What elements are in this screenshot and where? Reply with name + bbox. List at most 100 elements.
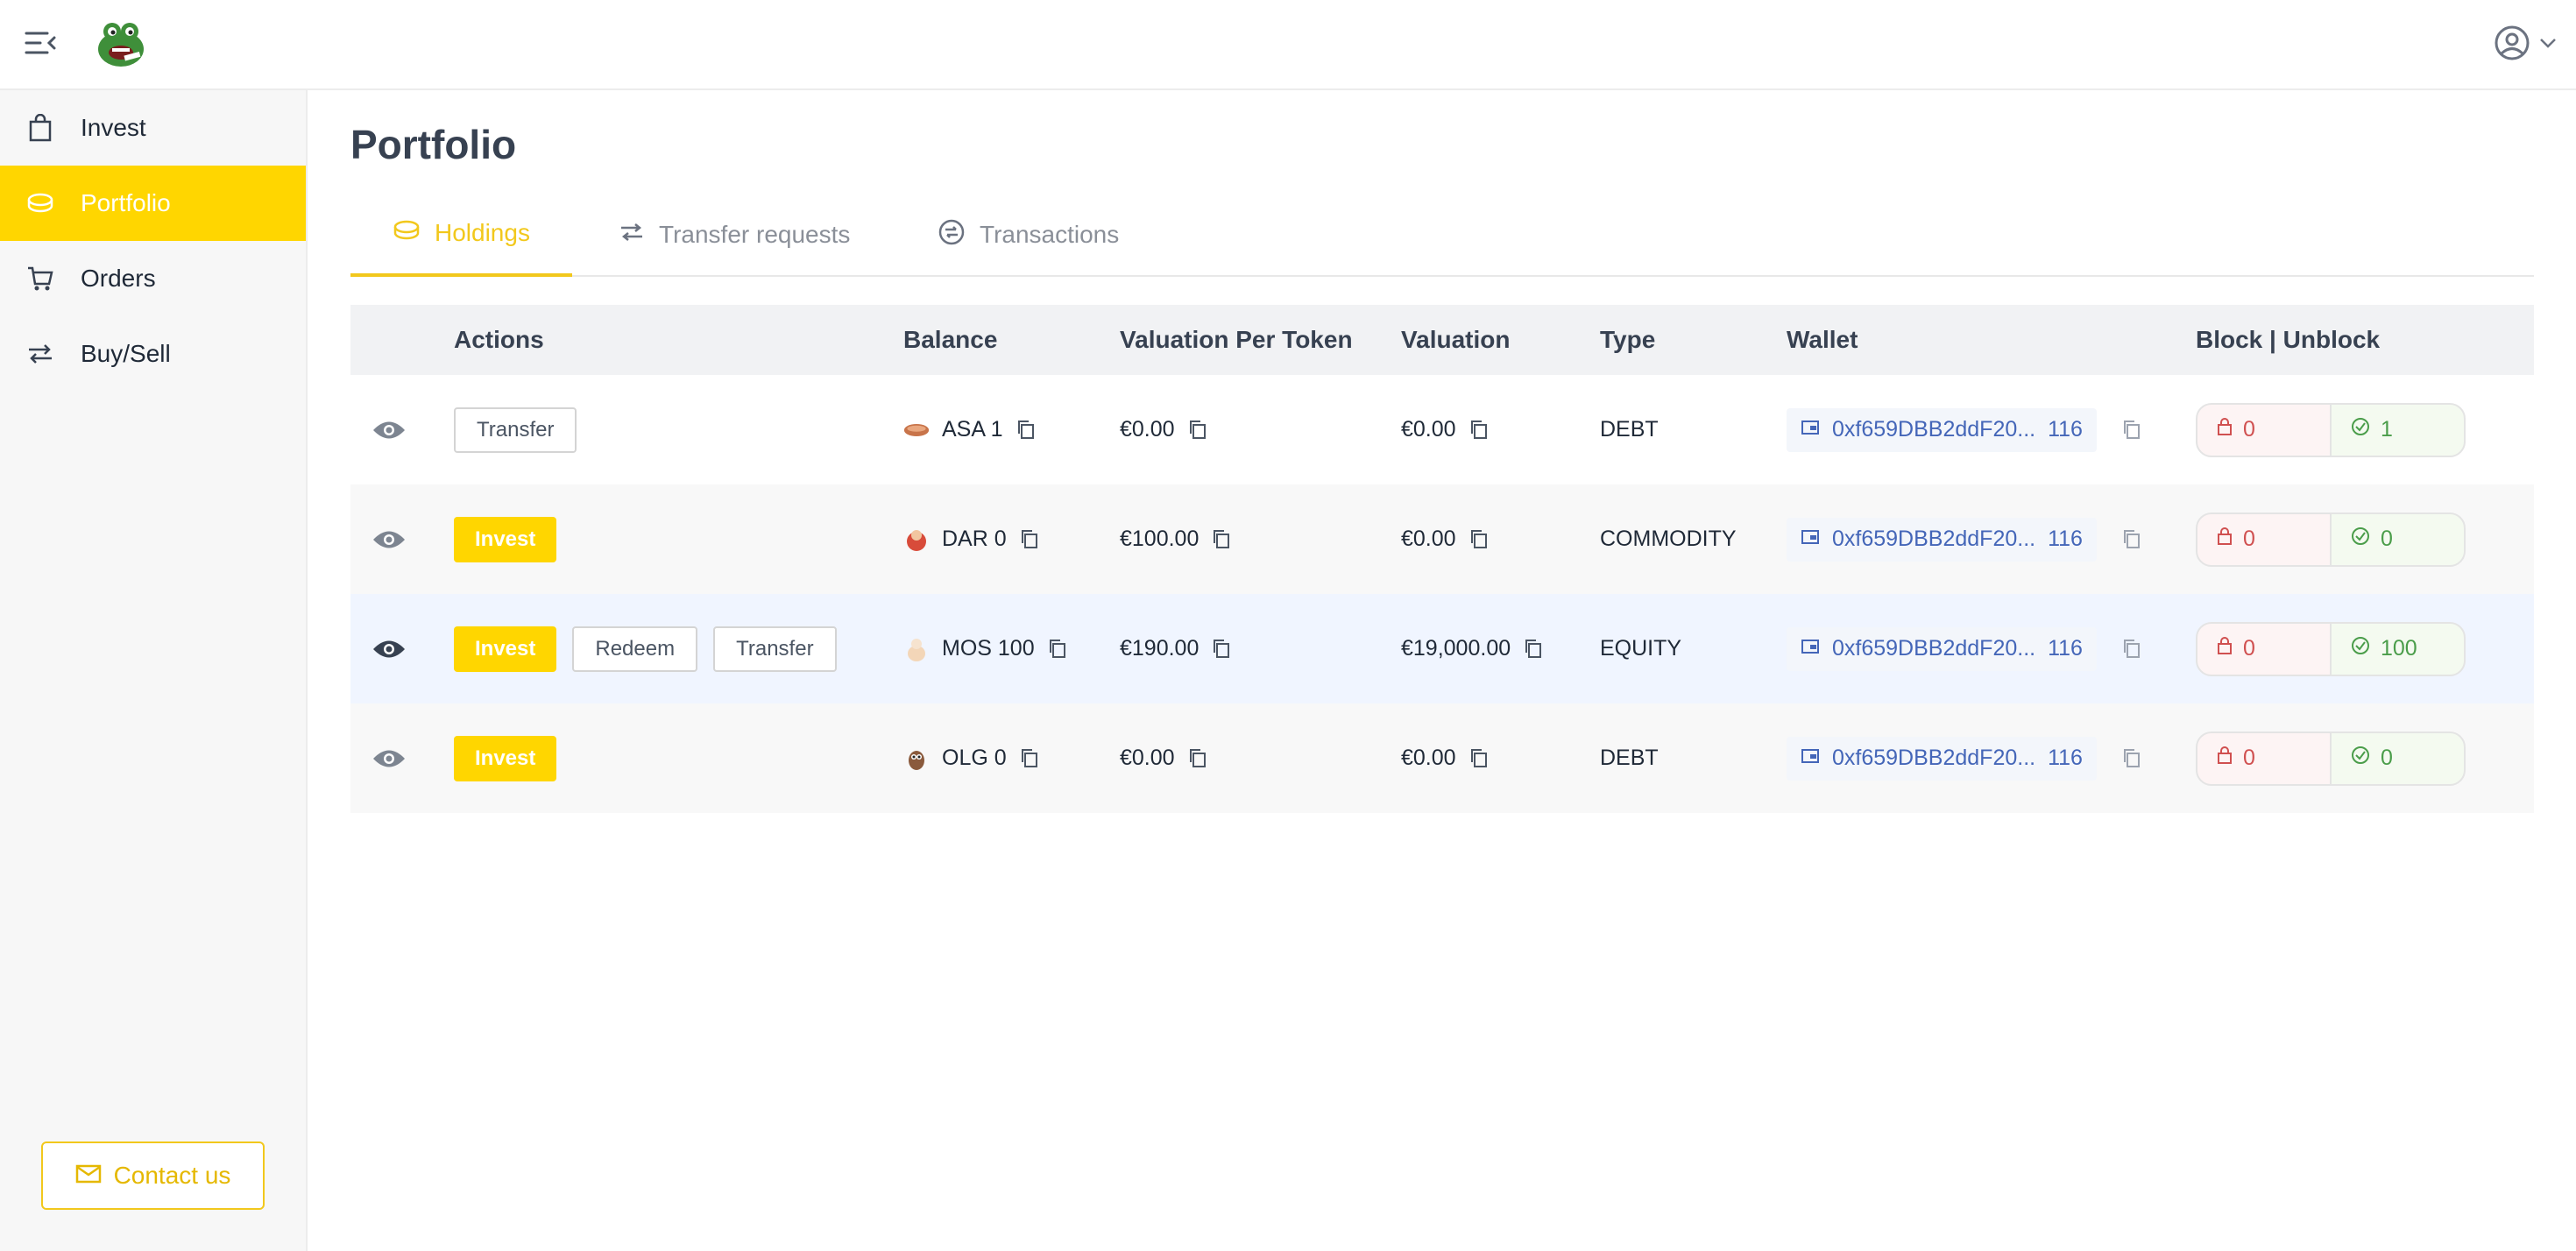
actions-cell: Invest Redeem Transfer [454, 594, 837, 703]
copy-icon[interactable] [1468, 528, 1491, 551]
wallet-link[interactable]: 0xf659DBB2ddF20... 116 [1787, 736, 2097, 781]
copy-icon[interactable] [1211, 638, 1234, 661]
token-mos-icon [903, 636, 930, 662]
transactions-icon [938, 218, 966, 252]
contact-us-button[interactable]: Contact us [41, 1141, 265, 1210]
account-menu[interactable] [2494, 25, 2557, 66]
contact-us-label: Contact us [113, 1162, 231, 1189]
blocked-pill[interactable]: 0 [2196, 621, 2332, 676]
invest-button[interactable]: Invest [454, 626, 557, 672]
sidebar-item-label: Portfolio [81, 189, 171, 216]
sidebar-item-label: Invest [81, 114, 146, 141]
valuation-cell: €19,000.00 [1401, 594, 1546, 703]
copy-icon[interactable] [1523, 638, 1546, 661]
wallet-cell: 0xf659DBB2ddF20... 116 [1787, 375, 2144, 484]
valuation-per-token-value: €190.00 [1120, 636, 1200, 661]
valuation-cell: €0.00 [1401, 484, 1491, 594]
wallet-link[interactable]: 0xf659DBB2ddF20... 116 [1787, 626, 2097, 671]
wallet-link[interactable]: 0xf659DBB2ddF20... 116 [1787, 407, 2097, 452]
block-unblock-cell: 0 0 [2196, 484, 2466, 594]
copy-icon[interactable] [1211, 528, 1234, 551]
valuation-per-token-value: €100.00 [1120, 527, 1200, 551]
copy-icon[interactable] [2121, 747, 2144, 770]
user-circle-icon [2494, 25, 2530, 66]
valuation-value: €0.00 [1401, 417, 1456, 442]
unblocked-value: 100 [2381, 636, 2417, 661]
valuation-value: €0.00 [1401, 527, 1456, 551]
wallet-address: 0xf659DBB2ddF20... [1832, 636, 2036, 661]
valuation-per-token-cell: €0.00 [1120, 375, 1210, 484]
lock-icon [2217, 746, 2233, 771]
valuation-per-token-value: €0.00 [1120, 746, 1175, 770]
eye-icon[interactable] [372, 594, 407, 703]
sidebar-item-label: Orders [81, 265, 156, 292]
blocked-pill[interactable]: 0 [2196, 512, 2332, 567]
blocked-pill[interactable]: 0 [2196, 402, 2332, 457]
copy-icon[interactable] [1019, 747, 1042, 770]
eye-icon[interactable] [372, 375, 407, 484]
unblocked-pill[interactable]: 0 [2330, 512, 2466, 567]
table-header: Actions Balance Valuation Per Token Valu… [350, 305, 2534, 375]
valuation-cell: €0.00 [1401, 375, 1491, 484]
balance-cell: ASA 1 [903, 375, 1038, 484]
frog-logo[interactable] [95, 18, 147, 70]
wallet-link[interactable]: 0xf659DBB2ddF20... 116 [1787, 517, 2097, 562]
copy-icon[interactable] [2121, 419, 2144, 442]
invest-button[interactable]: Invest [454, 516, 557, 562]
sidebar-item-invest[interactable]: Invest [0, 90, 306, 166]
balance-value: ASA 1 [942, 417, 1003, 442]
copy-icon[interactable] [1016, 419, 1038, 442]
token-dar-icon [903, 527, 930, 553]
wallet-address: 0xf659DBB2ddF20... [1832, 417, 2036, 442]
table-row: Invest Redeem Transfer MOS 100 €190.00 €… [350, 594, 2534, 703]
wallet-address: 0xf659DBB2ddF20... [1832, 527, 2036, 551]
invest-button[interactable]: Invest [454, 735, 557, 781]
copy-icon[interactable] [1468, 747, 1491, 770]
wallet-icon [1801, 417, 1820, 442]
transfer-button[interactable]: Transfer [454, 406, 577, 453]
column-header: Wallet [1787, 326, 1858, 353]
tab-label: Transactions [980, 221, 1120, 248]
menu-collapse-icon[interactable] [25, 30, 60, 60]
copy-icon[interactable] [1468, 419, 1491, 442]
tab-transactions[interactable]: Transactions [895, 193, 1161, 277]
tab-transfer-requests[interactable]: Transfer requests [577, 193, 892, 277]
wallet-address: 0xf659DBB2ddF20... [1832, 746, 2036, 770]
copy-icon[interactable] [1047, 638, 1070, 661]
coins-icon [26, 189, 54, 217]
copy-icon[interactable] [1187, 419, 1210, 442]
blocked-pill[interactable]: 0 [2196, 731, 2332, 786]
redeem-button[interactable]: Redeem [572, 626, 698, 672]
unblocked-pill[interactable]: 0 [2330, 731, 2466, 786]
transfer-button[interactable]: Transfer [713, 626, 837, 672]
tab-label: Holdings [435, 219, 530, 246]
type-cell: EQUITY [1600, 636, 1682, 661]
unblocked-pill[interactable]: 100 [2330, 621, 2466, 676]
mail-icon [75, 1162, 102, 1190]
valuation-per-token-cell: €0.00 [1120, 703, 1210, 813]
holdings-table: Actions Balance Valuation Per Token Valu… [350, 305, 2534, 813]
block-unblock-cell: 0 1 [2196, 375, 2466, 484]
balance-value: MOS 100 [942, 636, 1035, 661]
actions-cell: Invest [454, 484, 557, 594]
swap-icon [619, 221, 645, 249]
copy-icon[interactable] [2121, 528, 2144, 551]
copy-icon[interactable] [2121, 638, 2144, 661]
valuation-per-token-cell: €100.00 [1120, 484, 1234, 594]
column-header: Type [1600, 326, 1656, 353]
table-row: Invest DAR 0 €100.00 €0.00 COMMODITY 0xf… [350, 484, 2534, 594]
eye-icon[interactable] [372, 703, 407, 813]
wallet-number: 116 [2048, 746, 2083, 770]
sidebar-item-buy-sell[interactable]: Buy/Sell [0, 316, 306, 392]
copy-icon[interactable] [1019, 528, 1042, 551]
type-cell: COMMODITY [1600, 527, 1737, 551]
eye-icon[interactable] [372, 484, 407, 594]
sidebar-item-portfolio[interactable]: Portfolio [0, 166, 306, 241]
unblocked-pill[interactable]: 1 [2330, 402, 2466, 457]
table-row: Invest OLG 0 €0.00 €0.00 DEBT 0xf659DBB2… [350, 703, 2534, 813]
tab-holdings[interactable]: Holdings [350, 193, 572, 277]
copy-icon[interactable] [1187, 747, 1210, 770]
sidebar-item-orders[interactable]: Orders [0, 241, 306, 316]
lock-icon [2217, 527, 2233, 552]
actions-cell: Transfer [454, 375, 577, 484]
